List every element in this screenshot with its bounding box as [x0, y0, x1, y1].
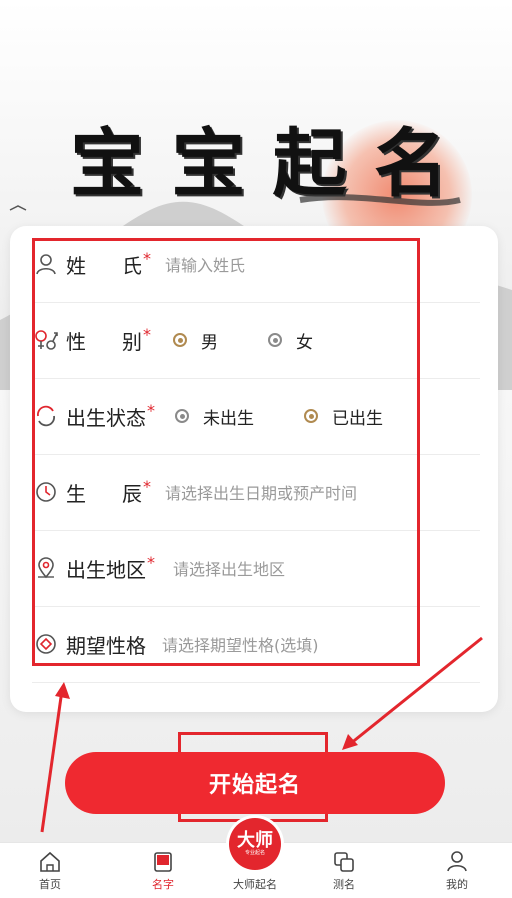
- cards-icon: [334, 852, 354, 872]
- seal-subtext: 专业起名: [244, 849, 265, 856]
- tab-label: 大师起名: [233, 878, 277, 891]
- tab-names[interactable]: 名字: [123, 843, 203, 898]
- title-char: 宝: [171, 120, 248, 207]
- seal-text: 大师: [237, 829, 273, 851]
- home-icon: [40, 851, 60, 872]
- start-naming-button[interactable]: 开始起名: [65, 752, 445, 814]
- title-char: 名: [373, 120, 450, 207]
- tab-label: 名字: [152, 878, 174, 891]
- tab-profile[interactable]: 我的: [417, 843, 497, 898]
- title-char: 宝: [70, 120, 146, 207]
- user-icon: [447, 851, 467, 872]
- tab-home[interactable]: 首页: [10, 843, 90, 898]
- annotation-form-highlight: [32, 238, 420, 666]
- tab-label: 我的: [446, 878, 468, 891]
- master-seal-icon[interactable]: 大师 专业起名: [229, 818, 281, 870]
- title-char: 起: [272, 120, 349, 207]
- book-icon: [154, 852, 172, 872]
- tab-label: 测名: [333, 878, 355, 891]
- page-title: 宝 宝 起 名: [70, 102, 450, 212]
- tab-label: 首页: [39, 878, 61, 891]
- tab-name-test[interactable]: 测名: [304, 843, 384, 898]
